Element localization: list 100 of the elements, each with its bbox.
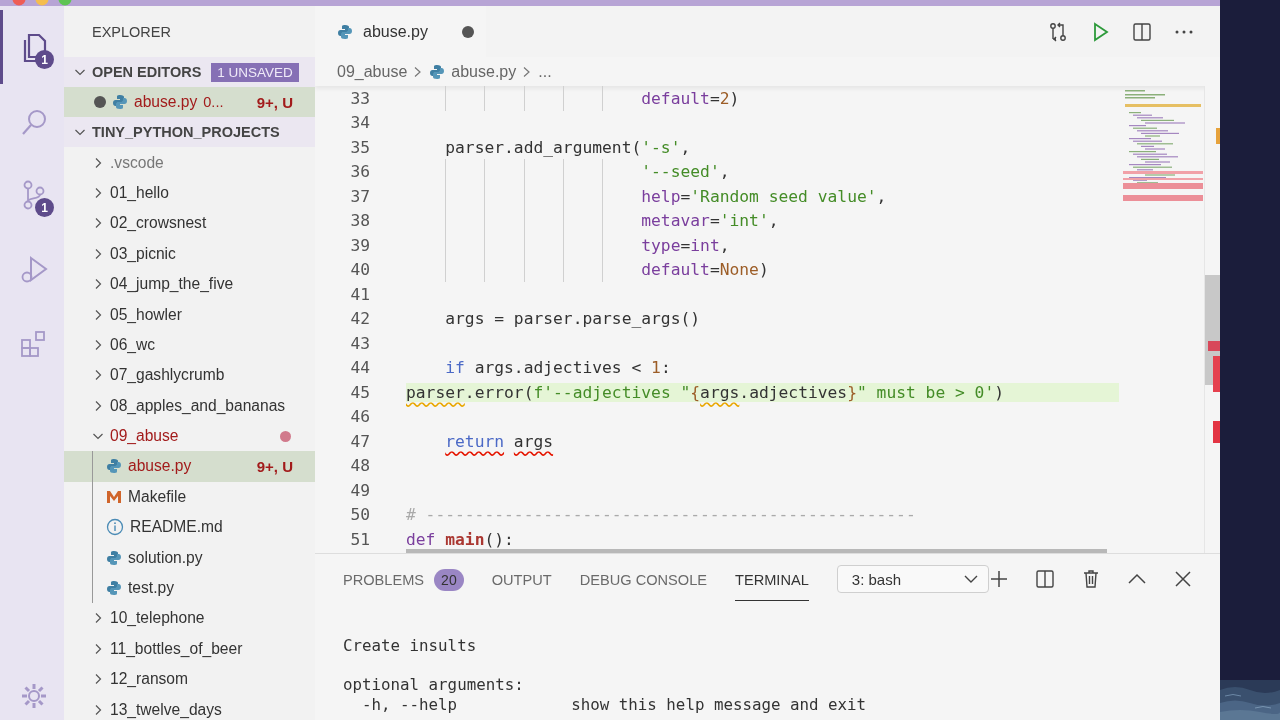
code-line: # -------------------------------------------------- [406, 505, 917, 525]
line-number: 35 [349, 137, 370, 157]
python-icon [112, 94, 128, 111]
file-item[interactable]: solution.py [64, 542, 315, 573]
plus-icon [989, 569, 1009, 589]
chevron-down-icon [963, 574, 978, 584]
info-icon [106, 518, 124, 537]
line-number: 48 [349, 456, 370, 476]
unsaved-dot [94, 96, 106, 109]
code-line: parser.add_argument('-s', [444, 137, 692, 157]
code-line: args = parser.parse_args() [444, 309, 702, 329]
line-number: 51 [349, 529, 370, 549]
panel-tab[interactable]: DEBUG CONSOLE [579, 557, 707, 601]
panel-tab[interactable]: OUTPUT [491, 557, 552, 601]
breadcrumb-item[interactable]: ... [538, 62, 552, 81]
close-button[interactable] [1173, 569, 1193, 589]
code-line: help='Random seed value', [406, 186, 1119, 206]
trash-icon [1081, 569, 1101, 589]
code-line: default=2) [406, 88, 1119, 108]
terminal-select[interactable]: 3: bash [836, 565, 989, 593]
line-number: 44 [349, 358, 370, 378]
code-line: metavar='int', [406, 211, 1119, 231]
file-status: 9+, U [256, 93, 294, 111]
folder-item[interactable]: 13_twelve_days [64, 694, 315, 720]
line-number: 41 [349, 284, 370, 304]
file-item[interactable]: README.md [64, 512, 315, 543]
file-item[interactable]: abuse.py 9+, U [64, 451, 315, 482]
more-icon [1174, 29, 1194, 34]
line-number: 40 [349, 260, 370, 280]
open-editor-item[interactable]: abuse.py 0... 9+, U [64, 87, 315, 118]
split-editor-button[interactable] [1132, 21, 1152, 42]
line-number: 46 [349, 407, 370, 427]
file-item[interactable]: Makefile [64, 481, 315, 513]
unsaved-dot [461, 25, 474, 38]
python-icon [337, 23, 353, 40]
folder-item[interactable]: 07_gashlycrumb [64, 360, 315, 391]
code-line: default=None) [406, 260, 1119, 280]
folder-item[interactable]: 04_jump_the_five [64, 268, 315, 300]
line-number: 49 [349, 480, 370, 500]
code-line: type=int, [406, 235, 1119, 255]
line-number: 34 [349, 113, 370, 133]
python-icon [106, 549, 122, 566]
compare-changes-icon [1048, 21, 1068, 42]
code-line: return args [444, 431, 555, 451]
sidebar-title: EXPLORER [92, 23, 171, 40]
folder-item[interactable]: 02_crowsnest [64, 208, 315, 239]
folder-item[interactable]: 11_bottles_of_beer [64, 633, 315, 665]
line-number: 45 [349, 382, 370, 402]
folder-item[interactable]: 08_apples_and_bananas [64, 390, 315, 421]
section-header[interactable]: OPEN EDITORS 1 UNSAVED [64, 57, 315, 87]
folder-item[interactable]: 10_telephone [64, 603, 315, 634]
plus-button[interactable] [989, 569, 1009, 589]
folder-item[interactable]: 12_ransom [64, 664, 315, 695]
terminal-line: -h, --help show this help message and exit [361, 695, 868, 715]
line-number: 36 [349, 162, 370, 182]
python-icon [429, 63, 446, 80]
panel-tab[interactable]: TERMINAL [735, 557, 809, 601]
line-number: 33 [349, 88, 370, 108]
folder-item[interactable]: .vscode [64, 147, 315, 178]
unsaved-badge: 1 UNSAVED [211, 62, 299, 82]
folder-item[interactable]: 03_picnic [64, 238, 315, 269]
folder-item[interactable]: 01_hello [64, 177, 315, 209]
line-number: 50 [349, 505, 370, 525]
trash-button[interactable] [1081, 569, 1101, 589]
notification-badge: 1 [35, 50, 54, 69]
split-terminal-icon [1035, 569, 1055, 589]
folder-item[interactable]: 05_howler [64, 299, 315, 330]
split-editor-icon [1132, 21, 1152, 42]
code-line: '--seed', [406, 162, 1119, 182]
line-number: 43 [349, 333, 370, 353]
breadcrumb-item[interactable]: 09_abuse [337, 62, 408, 81]
code-line: def main(): [406, 529, 515, 549]
folder-item[interactable]: 06_wc [64, 329, 315, 361]
problem-count-badge: 20 [434, 568, 464, 591]
folder-item[interactable]: 09_abuse [64, 420, 315, 452]
file-status: 9+, U [256, 458, 294, 475]
python-icon [106, 458, 122, 475]
notification-badge: 1 [35, 198, 54, 217]
m-letter-icon [106, 488, 122, 505]
horizontal-scrollbar[interactable] [406, 549, 1107, 553]
close-icon [1173, 569, 1193, 589]
breadcrumb-item[interactable]: abuse.py [451, 62, 517, 81]
line-number: 37 [349, 186, 370, 206]
terminal-line: Create insults [343, 636, 478, 656]
section-header[interactable]: TINY_PYTHON_PROJECTS [64, 117, 315, 148]
compare-changes-button[interactable] [1048, 21, 1068, 42]
panel-tab[interactable]: PROBLEMS 20 [343, 554, 464, 604]
line-number: 39 [349, 235, 370, 255]
line-number: 38 [349, 211, 370, 231]
python-icon [106, 580, 122, 597]
more-button[interactable] [1174, 29, 1194, 34]
split-terminal-button[interactable] [1035, 569, 1055, 589]
line-number: 42 [349, 309, 370, 329]
file-item[interactable]: test.py [64, 572, 315, 604]
terminal-line: optional arguments: [343, 675, 525, 695]
code-line: if args.adjectives < 1: [444, 358, 672, 378]
file-description: 0... [203, 94, 224, 111]
line-number: 47 [349, 431, 370, 451]
error-dot [280, 430, 291, 442]
activity-bar-item[interactable]: 1 [0, 158, 64, 232]
